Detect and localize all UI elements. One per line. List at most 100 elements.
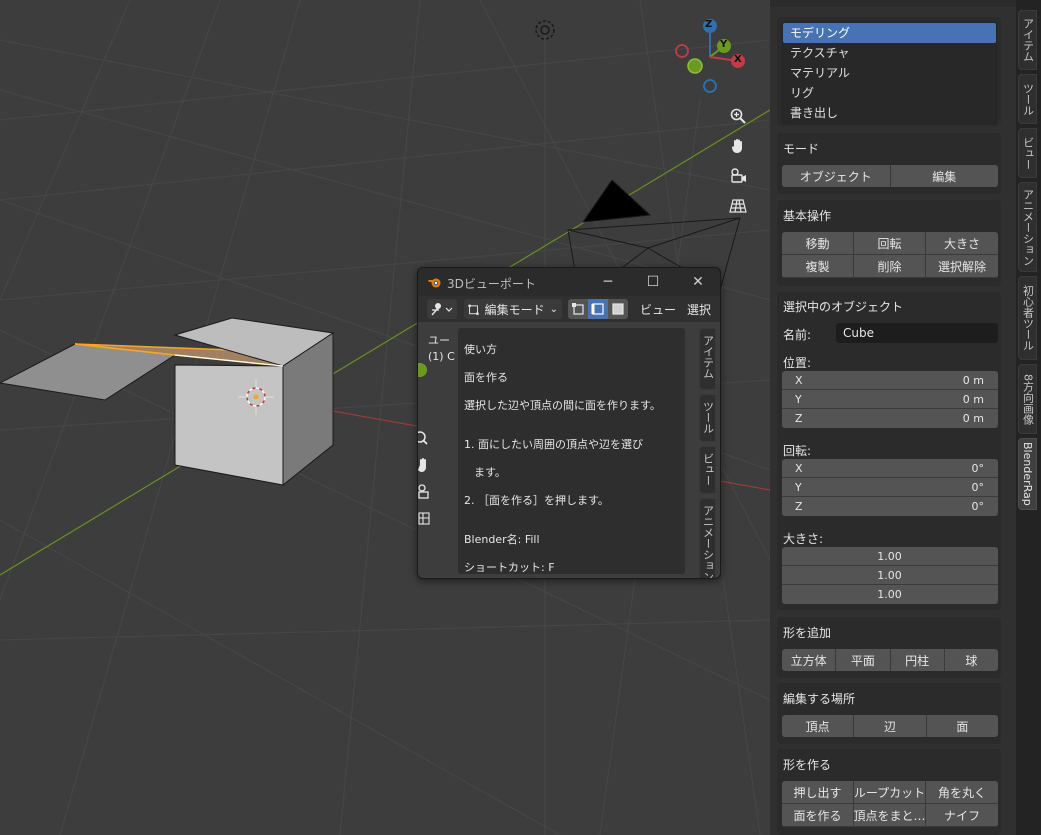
object-mode-button[interactable]: オブジェクト	[782, 165, 891, 187]
loop-cut-button[interactable]: ループカット	[853, 781, 926, 804]
knife-button[interactable]: ナイフ	[925, 804, 998, 827]
maximize-button[interactable]: ☐	[642, 273, 664, 291]
bevel-button[interactable]: 角を丸く	[925, 781, 998, 804]
rotation-z-field[interactable]: Z 0°	[782, 497, 998, 516]
deselect-button[interactable]: 選択解除	[925, 255, 998, 278]
add-plane-button[interactable]: 平面	[836, 649, 891, 671]
selected-object-panel: 選択中のオブジェクト 名前: Cube 位置: X 0 m Y 0 m Z 0 m 回…	[777, 292, 1001, 610]
mini-grid-icon[interactable]	[418, 510, 430, 530]
zoom-icon[interactable]	[725, 103, 751, 129]
mini-hand-icon[interactable]	[418, 457, 430, 477]
rotation-label: 回転:	[783, 444, 812, 458]
gizmo-x-label: X	[734, 54, 742, 65]
scale-z-field[interactable]: 1.00	[782, 585, 998, 604]
float-tab-view-label: ビュー	[701, 453, 715, 486]
tab-tool[interactable]: ツール	[1018, 74, 1037, 124]
vertex-select-button[interactable]	[568, 299, 588, 319]
category-item-material[interactable]: マテリアル	[783, 63, 996, 83]
float-tab-view[interactable]: ビュー	[699, 446, 716, 494]
help-heading: 使い方	[464, 343, 497, 356]
camera-icon[interactable]	[725, 163, 751, 189]
mode-dropdown[interactable]: 編集モード ⌄	[464, 299, 562, 319]
3d-viewport[interactable]: Z Y X 3Dビューポート ─ ☐ ✕ 編集モード ⌄ ビュー 選択 ユー (…	[0, 0, 770, 835]
tab-8-direction-image[interactable]: 8方向画像	[1018, 364, 1037, 434]
rotation-x-field[interactable]: X 0°	[782, 459, 998, 478]
sidebar-tab-strip: アイテム ツール ビュー アニメーション 初心者ツール 8方向画像 Blende…	[1016, 0, 1041, 835]
window-titlebar[interactable]: 3Dビューポート ─ ☐ ✕	[418, 268, 720, 296]
location-z-field[interactable]: Z 0 m	[782, 409, 998, 428]
location-x-field[interactable]: X 0 m	[782, 371, 998, 390]
tab-8-direction-image-label: 8方向画像	[1021, 373, 1035, 425]
editor-type-icon	[431, 303, 453, 316]
help-step2: 2. ［面を作る］を押します。	[464, 494, 609, 507]
location-y-field[interactable]: Y 0 m	[782, 390, 998, 409]
floating-tab-strip: アイテム ツール ビュー アニメーション	[699, 328, 718, 578]
grid-view-icon[interactable]	[725, 193, 751, 219]
scale-x-field[interactable]: 1.00	[782, 547, 998, 566]
fill-face-button[interactable]: 面を作る	[782, 804, 854, 827]
floating-3d-viewport-window[interactable]: 3Dビューポート ─ ☐ ✕ 編集モード ⌄ ビュー 選択 ユー (1) C 使…	[417, 267, 721, 579]
add-shape-title: 形を追加	[783, 626, 832, 640]
edge-button[interactable]: 辺	[854, 715, 927, 737]
float-tab-animation[interactable]: アニメーション	[699, 498, 716, 578]
object-name-field[interactable]: Cube	[836, 323, 998, 343]
edit-mode-button[interactable]: 編集	[890, 165, 998, 187]
edit-target-title: 編集する場所	[783, 692, 856, 706]
edit-target-row: 頂点 辺 面	[782, 715, 998, 737]
add-sphere-button[interactable]: 球	[944, 649, 998, 671]
face-button[interactable]: 面	[926, 715, 998, 737]
vertex-select-icon	[572, 303, 584, 315]
chevron-down-icon: ⌄	[549, 303, 558, 315]
selected-object-title: 選択中のオブジェクト	[783, 300, 904, 314]
tab-view[interactable]: ビュー	[1018, 128, 1037, 178]
basic-ops-title: 基本操作	[783, 209, 832, 223]
tab-item[interactable]: アイテム	[1018, 10, 1037, 70]
float-tab-item[interactable]: アイテム	[699, 328, 716, 390]
category-item-modeling[interactable]: モデリング	[783, 23, 996, 43]
make-shape-title: 形を作る	[783, 758, 832, 772]
select-menu[interactable]: 選択	[687, 301, 711, 318]
scale-button[interactable]: 大きさ	[925, 232, 998, 255]
merge-vertices-button[interactable]: 頂点をまと…	[853, 804, 926, 827]
rotate-button[interactable]: 回転	[853, 232, 926, 255]
select-mode-group	[568, 299, 628, 319]
category-item-texture[interactable]: テクスチャ	[783, 43, 996, 63]
category-panel: モデリング テクスチャ マテリアル リグ 書き出し	[777, 17, 1001, 126]
close-button[interactable]: ✕	[687, 273, 709, 291]
help-op-name: 面を作る	[464, 371, 508, 384]
category-item-rig[interactable]: リグ	[783, 83, 996, 103]
tab-blenderrap[interactable]: BlenderRap	[1018, 438, 1037, 510]
view-menu[interactable]: ビュー	[640, 301, 676, 318]
editor-type-dropdown[interactable]	[427, 299, 457, 319]
extrude-button[interactable]: 押し出す	[782, 781, 854, 804]
tab-item-label: アイテム	[1021, 18, 1035, 62]
floating-viewport-body[interactable]: ユー (1) C 使い方 面を作る 選択した辺や頂点の間に面を作ります。 1. …	[418, 322, 720, 578]
mini-zoom-icon[interactable]	[418, 430, 428, 449]
face-select-button[interactable]	[608, 299, 628, 319]
cube-front-face[interactable]	[174, 364, 284, 486]
scale-label: 大きさ:	[783, 532, 824, 546]
move-button[interactable]: 移動	[782, 232, 854, 255]
category-item-export[interactable]: 書き出し	[783, 103, 996, 123]
gizmo-z-label: Z	[705, 19, 713, 30]
duplicate-button[interactable]: 複製	[782, 255, 854, 278]
mode-panel-title: モード	[783, 142, 820, 156]
add-cylinder-button[interactable]: 円柱	[890, 649, 945, 671]
vertex-button[interactable]: 頂点	[782, 715, 855, 737]
viewport-header: 編集モード ⌄ ビュー 選択	[418, 296, 720, 322]
tab-beginner-tools[interactable]: 初心者ツール	[1018, 276, 1037, 360]
add-cube-button[interactable]: 立方体	[782, 649, 837, 671]
scale-y-field[interactable]: 1.00	[782, 566, 998, 585]
edge-select-icon	[591, 303, 604, 315]
float-tab-tool[interactable]: ツール	[699, 394, 716, 442]
rotation-x-value: 0°	[971, 461, 985, 475]
delete-button[interactable]: 削除	[853, 255, 926, 278]
tab-animation[interactable]: アニメーション	[1018, 182, 1037, 272]
tab-animation-label: アニメーション	[1021, 188, 1035, 266]
rotation-y-field[interactable]: Y 0°	[782, 478, 998, 497]
location-y-value: 0 m	[962, 392, 984, 406]
edge-select-button[interactable]	[588, 299, 608, 319]
minimize-button[interactable]: ─	[597, 273, 619, 291]
pan-hand-icon[interactable]	[725, 133, 751, 159]
mini-camera-icon[interactable]	[418, 484, 430, 504]
